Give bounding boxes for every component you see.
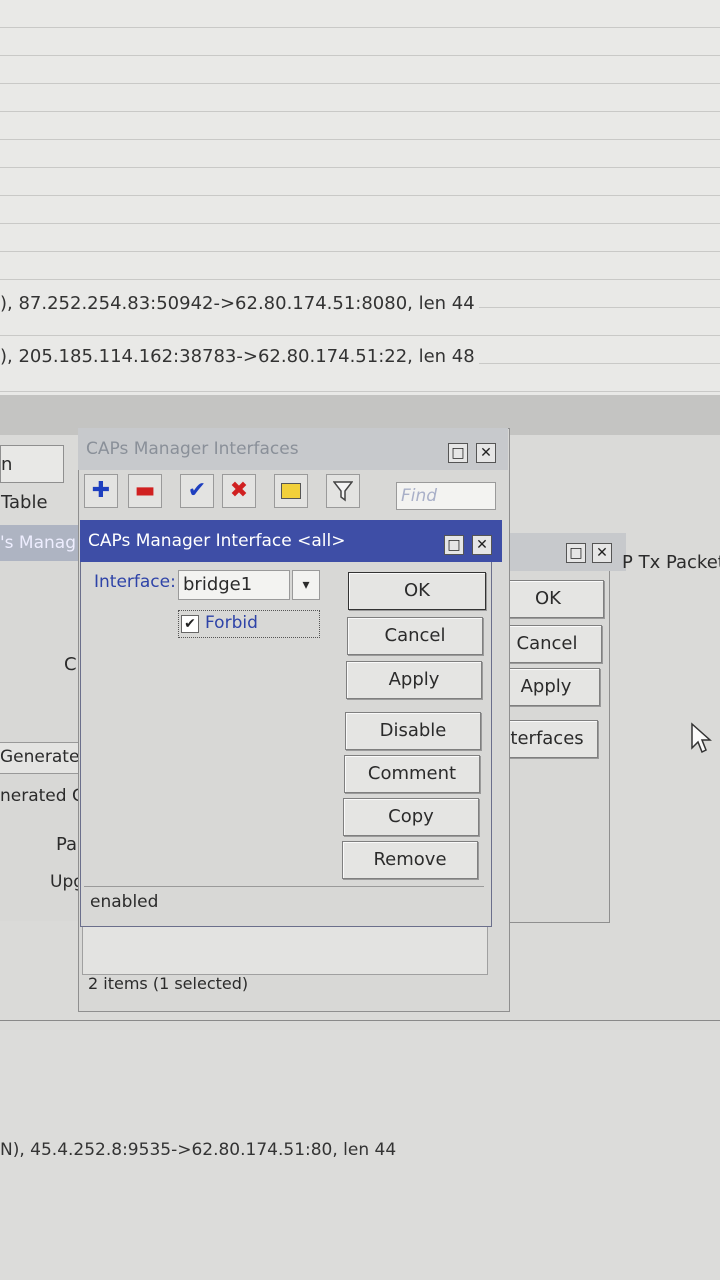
find-input[interactable]: Find (396, 482, 496, 510)
interface-label: Interface: (94, 572, 176, 592)
remove-button[interactable]: Remove (342, 841, 478, 879)
dropdown-arrow-icon[interactable]: ▾ (292, 570, 320, 600)
apply-button[interactable]: Apply (346, 661, 482, 699)
interfaces-list[interactable] (82, 925, 488, 975)
close-icon[interactable]: ✕ (592, 543, 612, 563)
interfaces-toolbar: ✚ ▬ ✔ ✖ Find (84, 474, 504, 510)
maximize-icon[interactable]: □ (566, 543, 586, 563)
divider (0, 1020, 720, 1021)
disable-icon[interactable]: ✖ (222, 474, 256, 508)
close-icon[interactable]: ✕ (476, 443, 496, 463)
manager-window-title: 's Manag (0, 525, 80, 561)
comment-button[interactable]: Comment (344, 755, 480, 793)
interface-select[interactable]: bridge1 (178, 570, 290, 600)
mouse-cursor-icon (691, 722, 712, 754)
interface-dialog-title: CAPs Manager Interface <all> (80, 520, 502, 562)
disable-button[interactable]: Disable (345, 712, 481, 750)
maximize-icon[interactable]: □ (444, 535, 464, 555)
forbid-checkbox[interactable]: ✔ (181, 615, 199, 633)
generated-label: nerated C (0, 786, 80, 806)
generate-field: Generate (0, 742, 80, 774)
label-pa: Pa (56, 834, 78, 855)
forbid-checkbox-row[interactable]: ✔ Forbid (178, 610, 320, 638)
enable-icon[interactable]: ✔ (180, 474, 214, 508)
filter-icon[interactable] (326, 474, 360, 508)
log-line: ), 87.252.254.83:50942->62.80.174.51:808… (0, 293, 479, 314)
maximize-icon[interactable]: □ (448, 443, 468, 463)
dialog-status: enabled (84, 886, 484, 918)
label-c: C (64, 654, 77, 675)
forbid-label: Forbid (205, 613, 258, 633)
log-line: N), 45.4.252.8:9535->62.80.174.51:80, le… (0, 1140, 397, 1160)
tab-table[interactable]: n Table (0, 445, 64, 513)
ok-button[interactable]: OK (348, 572, 486, 610)
manager-window-body (0, 561, 81, 921)
add-icon[interactable]: ✚ (84, 474, 118, 508)
remove-icon[interactable]: ▬ (128, 474, 162, 508)
interfaces-status: 2 items (1 selected) (88, 974, 249, 993)
cancel-button[interactable]: Cancel (347, 617, 483, 655)
log-line: ), 205.185.114.162:38783->62.80.174.51:2… (0, 346, 479, 367)
interfaces-window-title: CAPs Manager Interfaces (78, 428, 508, 470)
close-icon[interactable]: ✕ (472, 535, 492, 555)
copy-button[interactable]: Copy (343, 798, 479, 836)
column-header-tx-packet: P Tx Packet (622, 552, 720, 573)
comment-icon[interactable] (274, 474, 308, 508)
